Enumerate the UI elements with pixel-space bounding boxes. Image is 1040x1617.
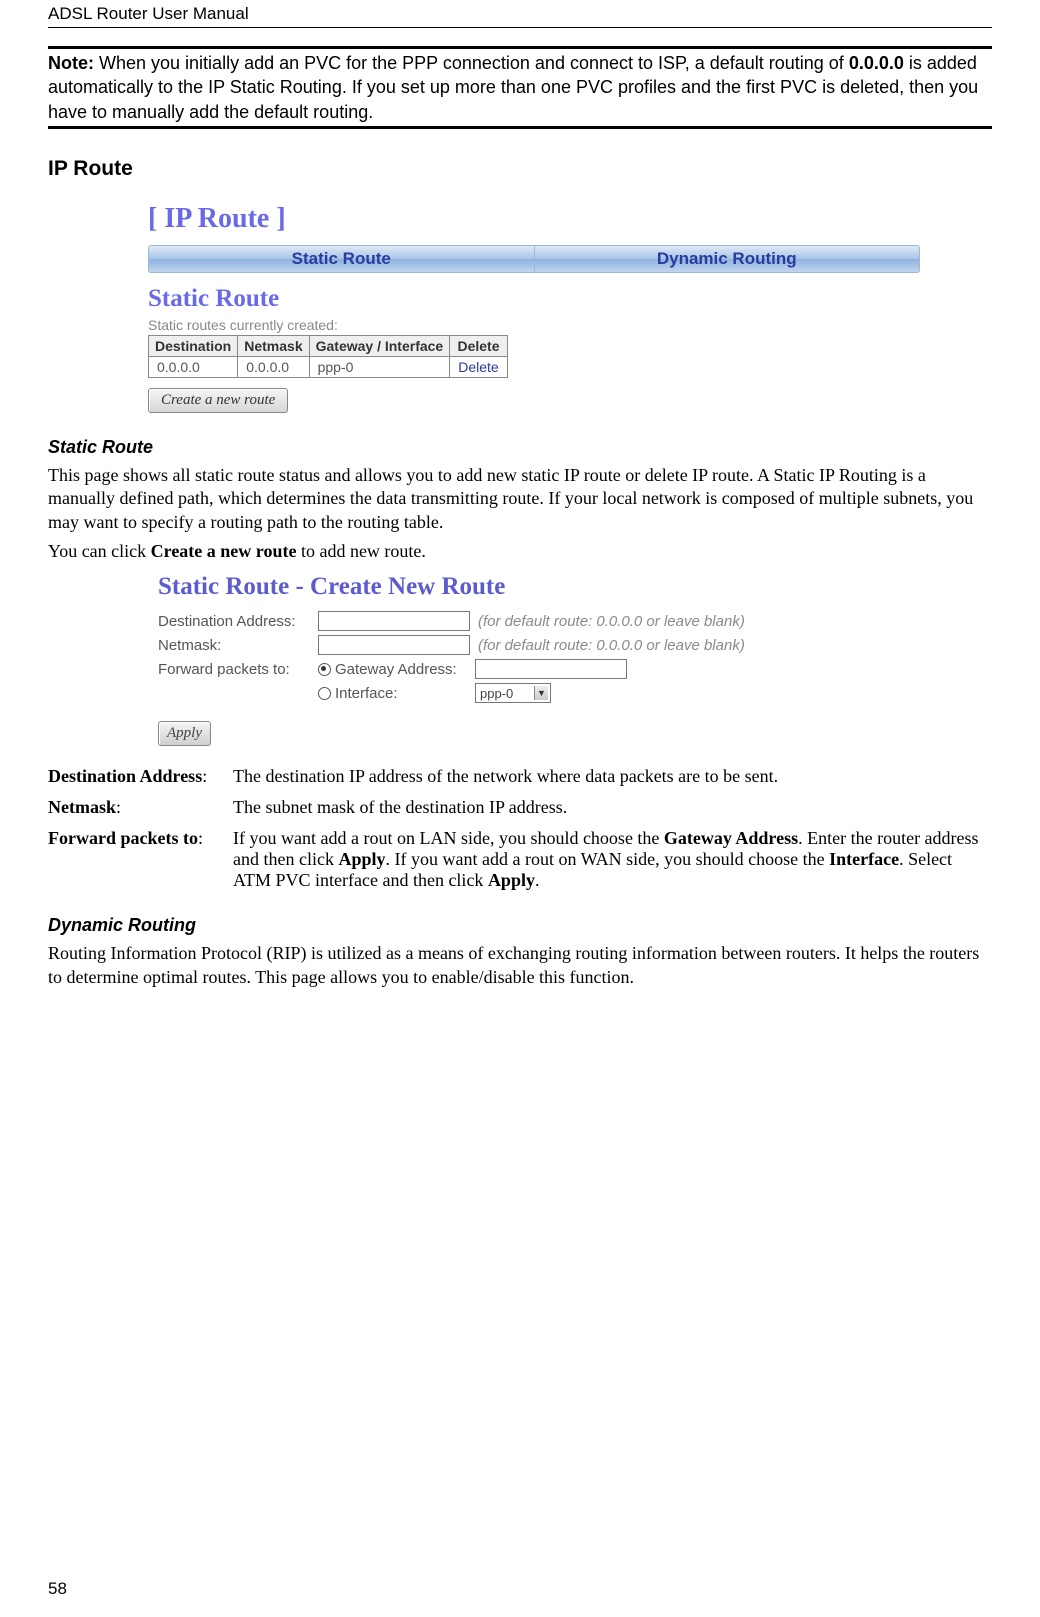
- d3-post: .: [535, 870, 540, 890]
- th-netmask: Netmask: [238, 335, 309, 356]
- d3-s2: Apply: [338, 849, 385, 869]
- th-gateway: Gateway / Interface: [309, 335, 450, 356]
- table-row: 0.0.0.0 0.0.0.0 ppp-0 Delete: [149, 356, 508, 377]
- note-box: Note: When you initially add an PVC for …: [48, 46, 992, 129]
- sr-p2-pre: You can click: [48, 541, 151, 561]
- tab-bar: Static Route Dynamic Routing: [148, 245, 920, 273]
- create-route-button[interactable]: Create a new route: [148, 388, 288, 413]
- apply-button[interactable]: Apply: [158, 721, 211, 746]
- d3-pre: If you want add a rout on LAN side, you …: [233, 828, 664, 848]
- th-destination: Destination: [149, 335, 238, 356]
- d3-s1: Gateway Address: [664, 828, 798, 848]
- note-text-pre: When you initially add an PVC for the PP…: [94, 53, 849, 73]
- shot1-title: [ IP Route ]: [148, 203, 992, 235]
- radio-gateway-address[interactable]: [318, 663, 331, 676]
- dest-address-input[interactable]: [318, 611, 470, 631]
- netmask-hint: (for default route: 0.0.0.0 or leave bla…: [478, 637, 745, 654]
- forward-packets-label: Forward packets to:: [158, 661, 318, 678]
- section-ip-route-title: IP Route: [48, 157, 992, 181]
- sr-p2-strong: Create a new route: [151, 541, 297, 561]
- interface-value: ppp-0: [480, 686, 513, 701]
- d3-s3: Interface: [829, 849, 899, 869]
- shot1-list-label: Static routes currently created:: [148, 317, 992, 333]
- def-forward-desc: If you want add a rout on LAN side, you …: [233, 828, 992, 891]
- th-delete: Delete: [450, 335, 507, 356]
- doc-header: ADSL Router User Manual: [48, 0, 992, 28]
- def-dest-desc: The destination IP address of the networ…: [233, 766, 992, 787]
- interface-select[interactable]: ppp-0 ▼: [475, 683, 551, 703]
- definitions: Destination Address: The destination IP …: [48, 766, 992, 891]
- dynamic-routing-desc: Routing Information Protocol (RIP) is ut…: [48, 942, 992, 989]
- def-dest-term: Destination Address: [48, 766, 202, 786]
- chevron-down-icon: ▼: [534, 686, 548, 700]
- shot2-title: Static Route - Create New Route: [158, 573, 878, 601]
- delete-link[interactable]: Delete: [450, 356, 507, 377]
- netmask-label: Netmask:: [158, 637, 318, 654]
- gateway-address-label: Gateway Address:: [335, 661, 475, 678]
- cell-destination: 0.0.0.0: [149, 356, 238, 377]
- static-route-desc: This page shows all static route status …: [48, 464, 992, 534]
- def-netmask-term: Netmask: [48, 797, 116, 817]
- dest-address-label: Destination Address:: [158, 613, 318, 630]
- sr-p2-post: to add new route.: [296, 541, 425, 561]
- tab-dynamic-routing[interactable]: Dynamic Routing: [535, 246, 920, 272]
- note-label: Note:: [48, 53, 94, 73]
- dynamic-routing-subheading: Dynamic Routing: [48, 915, 992, 936]
- dest-hint: (for default route: 0.0.0.0 or leave bla…: [478, 613, 745, 630]
- table-header-row: Destination Netmask Gateway / Interface …: [149, 335, 508, 356]
- tab-static-route[interactable]: Static Route: [149, 246, 535, 272]
- radio-interface[interactable]: [318, 687, 331, 700]
- static-route-subheading: Static Route: [48, 437, 992, 458]
- cell-netmask: 0.0.0.0: [238, 356, 309, 377]
- def-netmask-desc: The subnet mask of the destination IP ad…: [233, 797, 992, 818]
- d3-s4: Apply: [488, 870, 535, 890]
- page-number: 58: [48, 1579, 67, 1599]
- cell-gateway: ppp-0: [309, 356, 450, 377]
- screenshot-ip-route: [ IP Route ] Static Route Dynamic Routin…: [148, 203, 992, 413]
- screenshot-create-route: Static Route - Create New Route Destinat…: [158, 573, 878, 746]
- note-ip: 0.0.0.0: [849, 53, 904, 73]
- d3-m2: . If you want add a rout on WAN side, yo…: [386, 849, 830, 869]
- interface-label: Interface:: [335, 685, 475, 702]
- def-forward-term: Forward packets to: [48, 828, 198, 848]
- gateway-address-input[interactable]: [475, 659, 627, 679]
- netmask-input[interactable]: [318, 635, 470, 655]
- routes-table: Destination Netmask Gateway / Interface …: [148, 335, 508, 378]
- shot1-heading: Static Route: [148, 285, 992, 313]
- static-route-instruction: You can click Create a new route to add …: [48, 540, 992, 563]
